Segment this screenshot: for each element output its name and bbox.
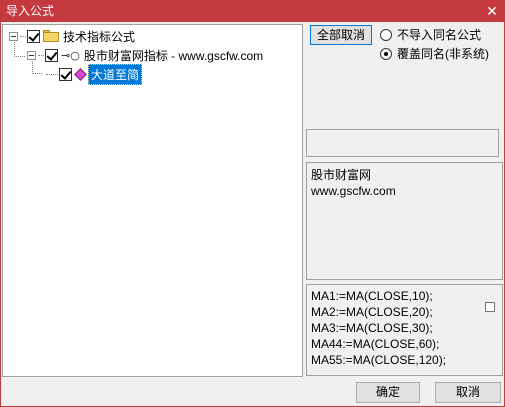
tree-node-child[interactable]: ⊸○ 股市财富网指标 - www.gscfw.com: [27, 46, 263, 64]
collapse-toggle-icon[interactable]: [27, 50, 36, 60]
tree-connector: [32, 73, 42, 74]
diamond-icon: [75, 69, 85, 79]
key-icon: ⊸○: [61, 48, 80, 62]
code-line: MA2:=MA(CLOSE,20);: [311, 305, 433, 319]
tree-connector: [38, 54, 44, 56]
scroll-box[interactable]: [485, 302, 495, 312]
radio-button[interactable]: [380, 47, 392, 60]
code-line: MA55:=MA(CLOSE,120);: [311, 353, 447, 367]
description-line: www.gscfw.com: [311, 184, 396, 198]
cancel-button[interactable]: 取消: [435, 382, 501, 403]
child-checkbox[interactable]: [45, 48, 58, 62]
title-bar: 导入公式 ✕: [0, 0, 505, 22]
tree-node-root[interactable]: 技术指标公式: [9, 27, 135, 45]
cancel-all-button[interactable]: 全部取消: [310, 25, 372, 45]
folder-icon: [43, 30, 59, 42]
radio-button[interactable]: [380, 28, 392, 41]
code-line: MA1:=MA(CLOSE,10);: [311, 289, 433, 303]
option-overwrite-duplicates[interactable]: 覆盖同名(非系统): [380, 45, 489, 62]
tree-connector: [20, 35, 26, 37]
leaf-checkbox[interactable]: [59, 67, 72, 81]
description-line: 股市财富网: [311, 168, 372, 182]
empty-field: [306, 129, 499, 157]
option-skip-duplicates[interactable]: 不导入同名公式: [380, 26, 481, 43]
tree-node-label: 大道至简: [88, 63, 143, 85]
ok-button[interactable]: 确定: [356, 382, 420, 403]
tree-node-label: 股市财富网指标 - www.gscfw.com: [83, 48, 264, 63]
root-checkbox[interactable]: [27, 29, 40, 43]
option-label: 不导入同名公式: [397, 28, 482, 42]
tree-connector: [46, 73, 58, 75]
code-line: MA44:=MA(CLOSE,60);: [311, 337, 440, 351]
tree-node-leaf[interactable]: 大道至简: [46, 63, 143, 85]
formula-code-panel[interactable]: MA1:=MA(CLOSE,10); MA2:=MA(CLOSE,20); MA…: [306, 284, 503, 376]
description-panel: 股市财富网 www.gscfw.com: [306, 162, 503, 280]
option-label: 覆盖同名(非系统): [397, 47, 489, 61]
tree-connector: [14, 56, 25, 57]
code-line: MA3:=MA(CLOSE,30);: [311, 321, 433, 335]
close-icon[interactable]: ✕: [483, 2, 501, 20]
tree-node-label: 技术指标公式: [63, 29, 136, 44]
window-title: 导入公式: [6, 4, 55, 18]
collapse-toggle-icon[interactable]: [9, 31, 18, 41]
formula-tree[interactable]: 技术指标公式 ⊸○ 股市财富网指标 - www.gscfw.com 大道至简: [2, 24, 303, 377]
